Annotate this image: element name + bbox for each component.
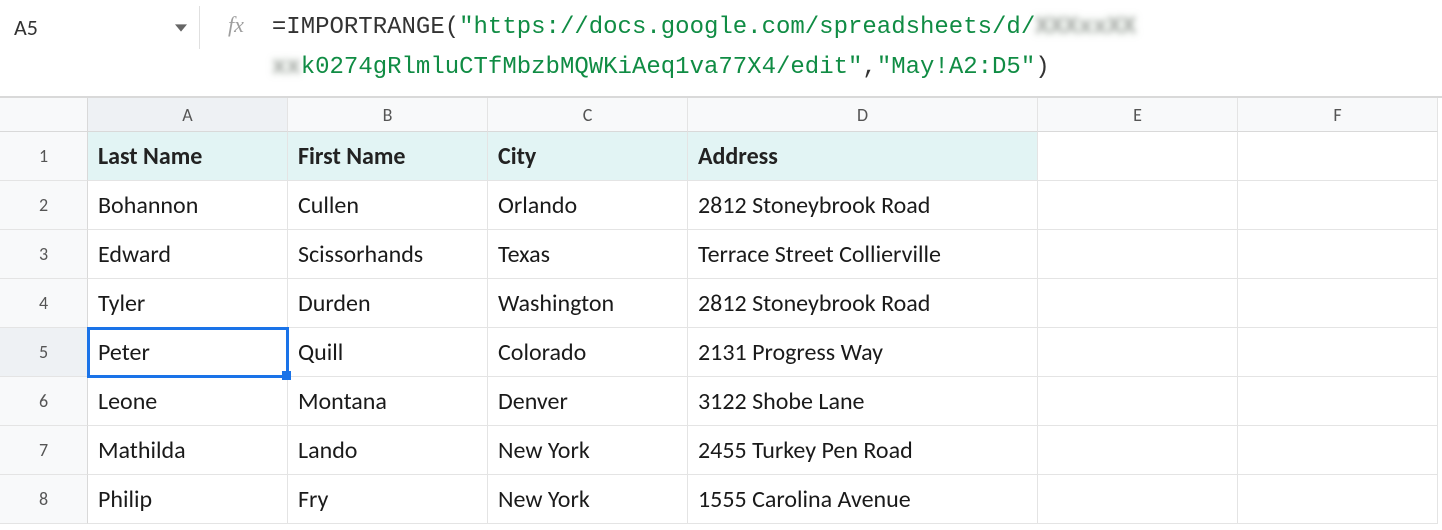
cell-f3[interactable] [1238, 230, 1438, 279]
cell-d6[interactable]: 3122 Shobe Lane [688, 377, 1038, 426]
row-header-2[interactable]: 2 [0, 181, 88, 230]
cell-e8[interactable] [1038, 475, 1238, 524]
fx-icon: fx [200, 12, 272, 38]
cell-c6[interactable]: Denver [488, 377, 688, 426]
cell-e2[interactable] [1038, 181, 1238, 230]
row-header-6[interactable]: 6 [0, 377, 88, 426]
row-header-5[interactable]: 5 [0, 328, 88, 377]
cell-f4[interactable] [1238, 279, 1438, 328]
cell-b4[interactable]: Durden [288, 279, 488, 328]
chevron-down-icon[interactable] [171, 18, 191, 38]
row-header-4[interactable]: 4 [0, 279, 88, 328]
cell-f2[interactable] [1238, 181, 1438, 230]
name-box-wrap[interactable]: A5 [0, 6, 200, 49]
cell-b1[interactable]: First Name [288, 132, 488, 181]
cell-c7[interactable]: New York [488, 426, 688, 475]
cell-d2[interactable]: 2812 Stoneybrook Road [688, 181, 1038, 230]
cell-e4[interactable] [1038, 279, 1238, 328]
cell-d1[interactable]: Address [688, 132, 1038, 181]
cell-a6[interactable]: Leone [88, 377, 288, 426]
cell-d4[interactable]: 2812 Stoneybrook Road [688, 279, 1038, 328]
col-header-d[interactable]: D [688, 98, 1038, 132]
col-header-b[interactable]: B [288, 98, 488, 132]
cell-c2[interactable]: Orlando [488, 181, 688, 230]
cell-c4[interactable]: Washington [488, 279, 688, 328]
cell-b3[interactable]: Scissorhands [288, 230, 488, 279]
cell-a4[interactable]: Tyler [88, 279, 288, 328]
cell-e7[interactable] [1038, 426, 1238, 475]
formula-open-paren: ( [445, 14, 459, 41]
cell-b7[interactable]: Lando [288, 426, 488, 475]
cell-d7[interactable]: 2455 Turkey Pen Road [688, 426, 1038, 475]
cell-e5[interactable] [1038, 328, 1238, 377]
cell-d3[interactable]: Terrace Street Collierville [688, 230, 1038, 279]
cell-b5[interactable]: Quill [288, 328, 488, 377]
select-all-corner[interactable] [0, 98, 88, 132]
row-header-7[interactable]: 7 [0, 426, 88, 475]
formula-url-blur: XXXxxXX [1035, 14, 1136, 41]
cell-a1[interactable]: Last Name [88, 132, 288, 181]
formula-bar: A5 fx =IMPORTRANGE("https://docs.google.… [0, 0, 1442, 97]
cell-f1[interactable] [1238, 132, 1438, 181]
cell-f6[interactable] [1238, 377, 1438, 426]
cell-c5[interactable]: Colorado [488, 328, 688, 377]
row-header-1[interactable]: 1 [0, 132, 88, 181]
cell-b2[interactable]: Cullen [288, 181, 488, 230]
spreadsheet-grid[interactable]: A B C D E F 1 Last Name First Name City … [0, 97, 1442, 524]
row-header-8[interactable]: 8 [0, 475, 88, 524]
cell-b6[interactable]: Montana [288, 377, 488, 426]
cell-f5[interactable] [1238, 328, 1438, 377]
cell-b8[interactable]: Fry [288, 475, 488, 524]
cell-a5[interactable]: Peter [88, 328, 288, 377]
formula-close-paren: ) [1035, 54, 1049, 81]
cell-c3[interactable]: Texas [488, 230, 688, 279]
cell-a2[interactable]: Bohannon [88, 181, 288, 230]
formula-input[interactable]: =IMPORTRANGE("https://docs.google.com/sp… [272, 0, 1442, 96]
cell-f7[interactable] [1238, 426, 1438, 475]
col-header-f[interactable]: F [1238, 98, 1438, 132]
name-box[interactable]: A5 [14, 14, 38, 41]
formula-url-part1: "https://docs.google.com/spreadsheets/d/ [459, 14, 1035, 41]
col-header-e[interactable]: E [1038, 98, 1238, 132]
cell-c8[interactable]: New York [488, 475, 688, 524]
formula-fn: =IMPORTRANGE [272, 14, 445, 41]
row-header-3[interactable]: 3 [0, 230, 88, 279]
cell-a7[interactable]: Mathilda [88, 426, 288, 475]
cell-e1[interactable] [1038, 132, 1238, 181]
cell-d5[interactable]: 2131 Progress Way [688, 328, 1038, 377]
cell-a3[interactable]: Edward [88, 230, 288, 279]
cell-d8[interactable]: 1555 Carolina Avenue [688, 475, 1038, 524]
cell-e3[interactable] [1038, 230, 1238, 279]
formula-range: "May!A2:D5" [877, 54, 1035, 81]
cell-f8[interactable] [1238, 475, 1438, 524]
formula-url-blur2: xx [272, 54, 301, 81]
cell-a8[interactable]: Philip [88, 475, 288, 524]
formula-comma: , [862, 54, 876, 81]
col-header-a[interactable]: A [88, 98, 288, 132]
formula-url-part2: k0274gRlmluCTfMbzbMQWKiAeq1va77X4/edit" [301, 54, 863, 81]
col-header-c[interactable]: C [488, 98, 688, 132]
cell-e6[interactable] [1038, 377, 1238, 426]
cell-c1[interactable]: City [488, 132, 688, 181]
